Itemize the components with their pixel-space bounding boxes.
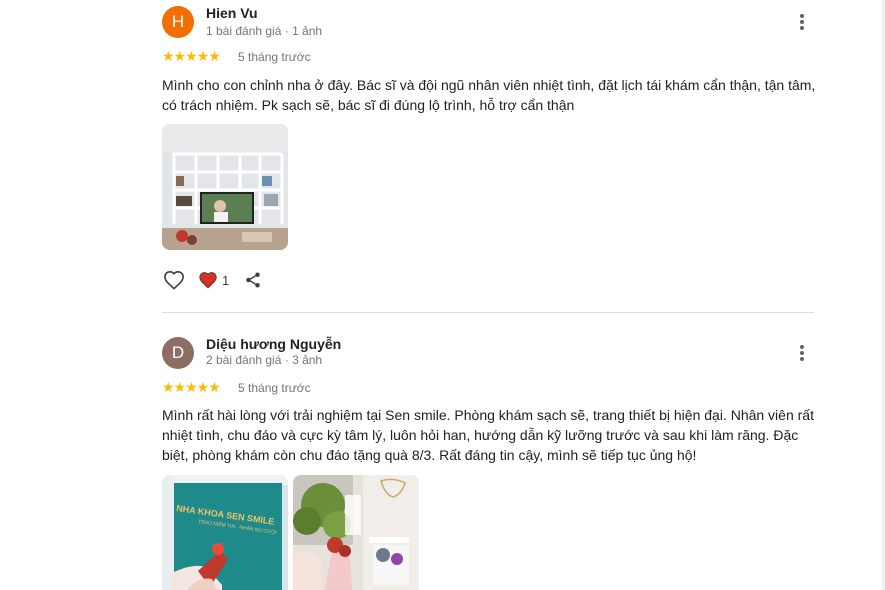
- review-actions: 1: [162, 268, 265, 292]
- reviewer-meta: 2 bài đánh giá · 3 ảnh: [206, 353, 323, 367]
- like-count: 1: [222, 272, 230, 288]
- more-dot-icon: [800, 20, 804, 24]
- share-button[interactable]: [241, 268, 265, 292]
- review-time: 5 tháng trước: [238, 381, 311, 395]
- like-button[interactable]: [162, 268, 186, 292]
- more-dot-icon: [800, 345, 804, 349]
- review-photo[interactable]: [293, 475, 419, 590]
- clinic-interior-photo: [162, 124, 288, 250]
- share-icon: [246, 272, 260, 288]
- more-dot-icon: [800, 26, 804, 30]
- reviewer-name[interactable]: Diệu hương Nguyễn: [206, 336, 341, 352]
- review-text: Mình rất hài lòng với trải nghiệm tại Se…: [162, 407, 814, 463]
- review-photo[interactable]: [162, 124, 288, 250]
- heart-outline-icon: [164, 270, 184, 290]
- review-card: D Diệu hương Nguyễn 2 bài đánh giá · 3 ả…: [162, 331, 814, 590]
- avatar-letter: H: [171, 12, 185, 31]
- review-divider: [162, 312, 814, 313]
- reviewer-name[interactable]: Hien Vu: [206, 5, 258, 21]
- star-rating: ★★★★★: [162, 48, 221, 64]
- avatar[interactable]: D: [162, 337, 194, 369]
- more-dot-icon: [800, 357, 804, 361]
- clinic-reception-photo: NHA KHOA SEN SMILE TRAO NIỀM TIN · NHẬN …: [162, 475, 288, 590]
- reviewer-meta: 1 bài đánh giá · 1 ảnh: [206, 24, 323, 38]
- review-text: Mình cho con chỉnh nha ở đây. Bác sĩ và …: [162, 77, 816, 113]
- more-dot-icon: [800, 351, 804, 355]
- review-photo[interactable]: NHA KHOA SEN SMILE TRAO NIỀM TIN · NHẬN …: [162, 475, 288, 590]
- avatar[interactable]: H: [162, 6, 194, 38]
- reaction-heart-button[interactable]: [196, 268, 220, 292]
- flower-gift-photo: [293, 475, 419, 590]
- review-card: H Hien Vu 1 bài đánh giá · 1 ảnh ★★★★★ 5…: [162, 0, 816, 300]
- star-rating: ★★★★★: [162, 379, 221, 395]
- review-time: 5 tháng trước: [238, 50, 311, 64]
- more-dot-icon: [800, 14, 804, 18]
- more-options-button[interactable]: [794, 343, 810, 363]
- more-options-button[interactable]: [794, 12, 810, 32]
- heart-filled-icon: [199, 272, 217, 289]
- avatar-letter: D: [171, 343, 185, 362]
